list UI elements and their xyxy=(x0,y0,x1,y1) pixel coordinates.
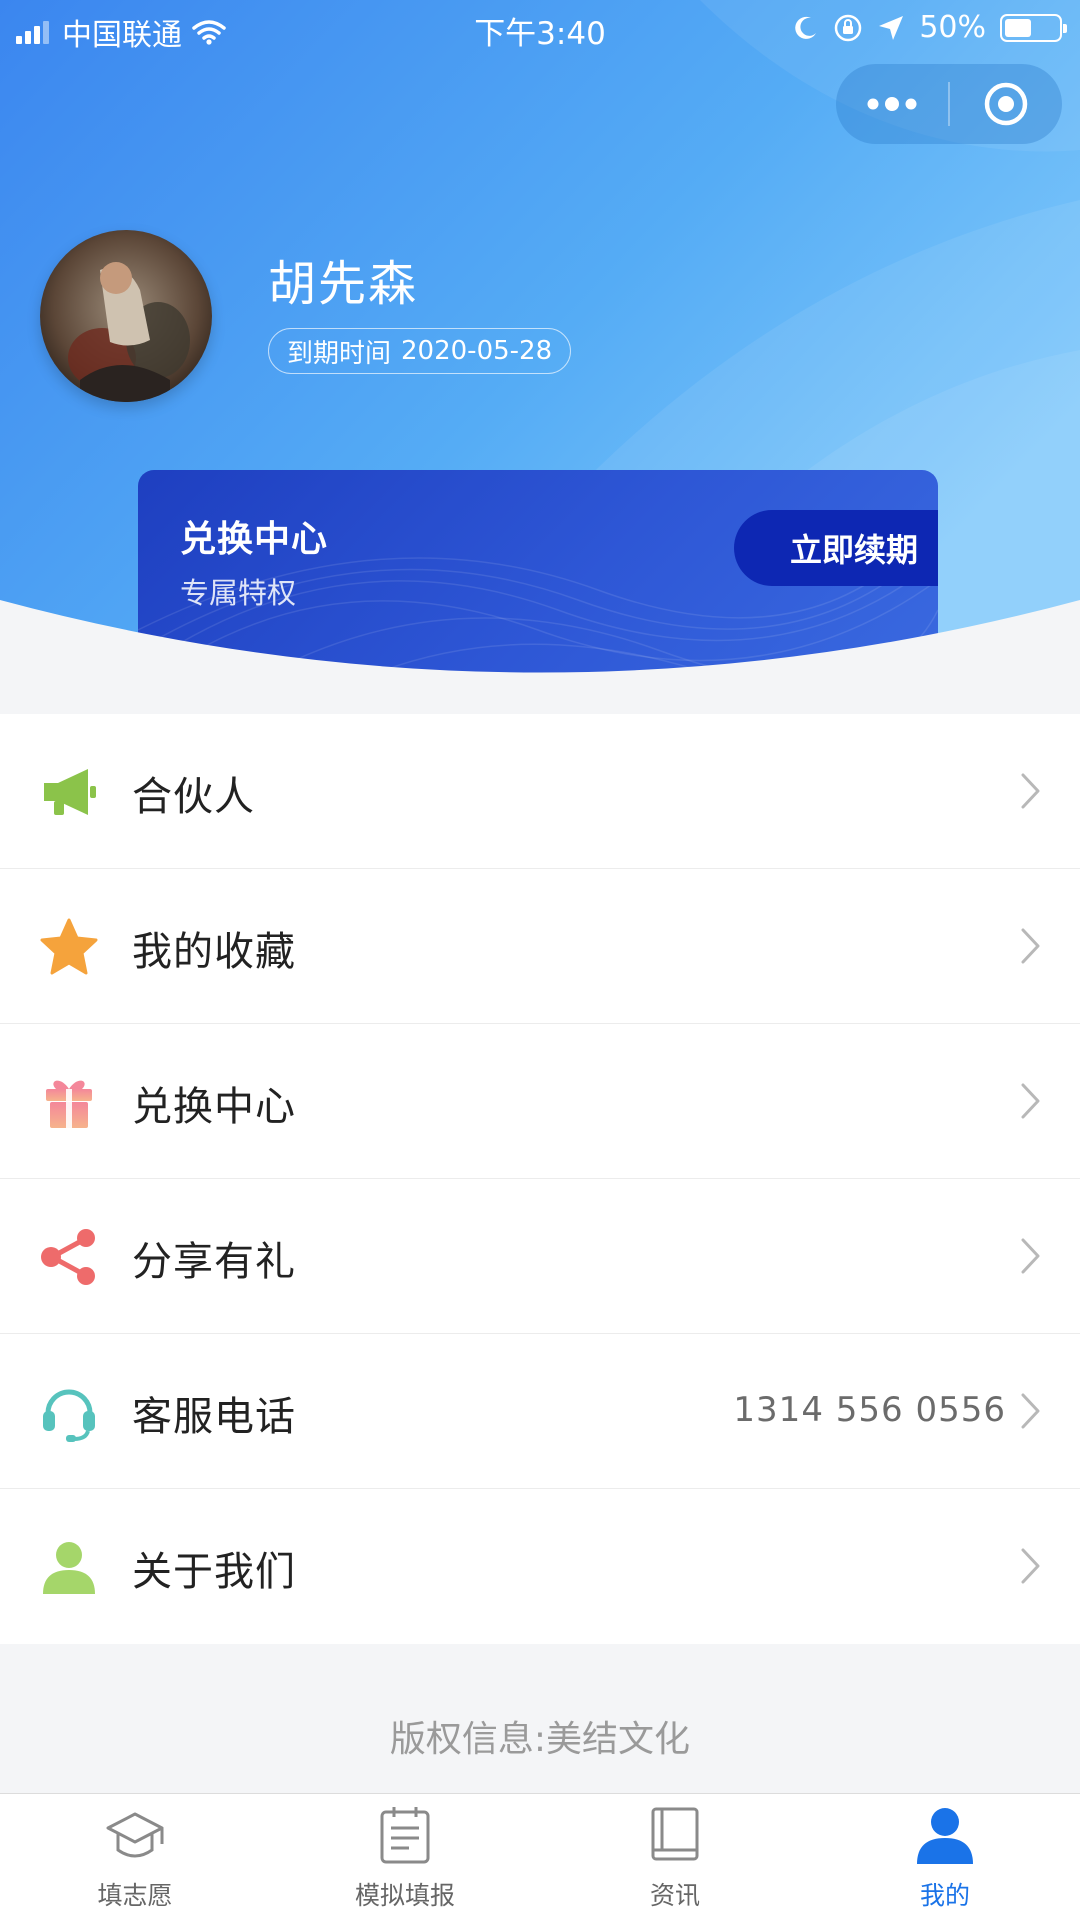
share-icon xyxy=(38,1226,100,1288)
tab-label: 模拟填报 xyxy=(354,1881,455,1910)
tab-mine[interactable]: 我的 xyxy=(810,1794,1080,1920)
chevron-right-icon xyxy=(1020,1237,1042,1279)
menu-item-label: 合伙人 xyxy=(132,774,255,820)
menu-list: 合伙人 我的收藏 兑换中心 分享有礼 客服电话 1314 556 0556 关于… xyxy=(0,714,1080,1644)
menu-item-label: 我的收藏 xyxy=(132,929,296,975)
menu-item-about[interactable]: 关于我们 xyxy=(0,1489,1080,1644)
clipboard-icon xyxy=(380,1807,430,1864)
chevron-right-icon xyxy=(1020,1392,1042,1434)
megaphone-icon xyxy=(38,761,100,823)
menu-item-label: 客服电话 xyxy=(132,1394,296,1440)
chevron-right-icon xyxy=(1020,772,1042,814)
headset-icon xyxy=(38,1381,100,1443)
menu-item-customer-service[interactable]: 客服电话 1314 556 0556 xyxy=(0,1334,1080,1489)
menu-item-favorites[interactable]: 我的收藏 xyxy=(0,869,1080,1024)
service-phone-number[interactable]: 1314 556 0556 xyxy=(733,1390,1006,1430)
tab-label: 我的 xyxy=(919,1881,970,1910)
tab-label: 填志愿 xyxy=(97,1881,173,1910)
gift-icon xyxy=(38,1071,100,1133)
book-icon xyxy=(651,1807,699,1861)
menu-item-share[interactable]: 分享有礼 xyxy=(0,1179,1080,1334)
chevron-right-icon xyxy=(1020,927,1042,969)
header-curve xyxy=(0,600,1080,680)
star-icon xyxy=(38,916,100,978)
tab-mock-application[interactable]: 模拟填报 xyxy=(270,1794,540,1920)
tab-bar: 填志愿 模拟填报 资讯 我的 xyxy=(0,1793,1080,1920)
copyright-text: 版权信息:美结文化 xyxy=(389,1719,691,1760)
menu-item-exchange-center[interactable]: 兑换中心 xyxy=(0,1024,1080,1179)
menu-item-label: 兑换中心 xyxy=(132,1084,296,1130)
tab-label: 资讯 xyxy=(649,1881,700,1910)
person-icon xyxy=(38,1536,100,1598)
chevron-right-icon xyxy=(1020,1082,1042,1124)
chevron-right-icon xyxy=(1020,1547,1042,1589)
graduation-cap-icon xyxy=(106,1812,164,1858)
tab-news[interactable]: 资讯 xyxy=(540,1794,810,1920)
person-icon xyxy=(917,1808,973,1864)
tab-fill-application[interactable]: 填志愿 xyxy=(0,1794,270,1920)
menu-item-partner[interactable]: 合伙人 xyxy=(0,714,1080,869)
profile-header: 中国联通 下午3:40 50% 胡先森 到期时间 2020-05-28 兑换中心… xyxy=(0,0,1080,680)
menu-item-label: 关于我们 xyxy=(132,1549,296,1595)
menu-item-label: 分享有礼 xyxy=(132,1239,296,1285)
